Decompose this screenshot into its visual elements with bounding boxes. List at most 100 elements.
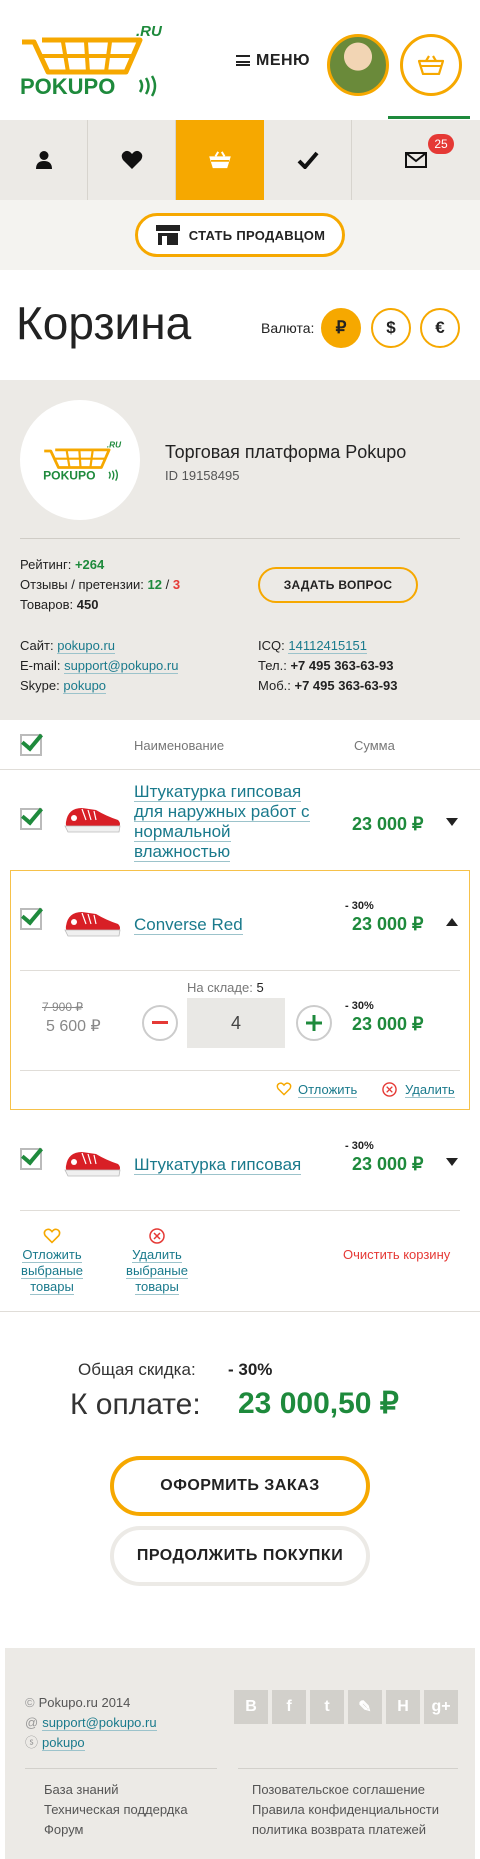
increase-quantity-button[interactable] — [296, 1005, 332, 1041]
item-sum: 23 000 ₽ — [352, 1014, 424, 1034]
item-checkbox[interactable] — [20, 908, 42, 930]
menu-button[interactable]: МЕНЮ — [236, 52, 310, 70]
become-seller-button[interactable]: СТАТЬ ПРОДАВЦОМ — [135, 213, 345, 257]
at-icon: @ — [25, 1715, 39, 1730]
account-tabs: 25 — [0, 120, 480, 200]
messages-badge: 25 — [428, 134, 454, 154]
header-cart-button[interactable] — [400, 34, 462, 96]
postpone-item-link[interactable]: Отложить — [276, 1082, 358, 1098]
footer-email-link[interactable]: support@pokupo.ru — [42, 1715, 157, 1731]
item-name-link[interactable]: Штукатурка гипсовая для наружных работ с… — [134, 782, 314, 862]
divider — [20, 1070, 460, 1071]
shop-name: Торговая платформа Pokupo — [165, 442, 407, 462]
close-circle-icon — [149, 1228, 165, 1244]
item-price: 23 000 ₽ — [352, 814, 424, 834]
hamburger-icon — [236, 55, 250, 66]
header: POKUPO .RU МЕНЮ — [0, 0, 480, 120]
footer-skype-link[interactable]: pokupo — [42, 1735, 85, 1751]
minus-icon — [152, 1021, 168, 1024]
email-link[interactable]: support@pokupo.ru — [64, 658, 179, 674]
brand-text: POKUPO — [20, 74, 115, 99]
shop-id: ID 19158495 — [165, 468, 240, 483]
shop-contacts-right: ICQ: 14112415151 Тел.: +7 495 363-63-93 … — [258, 638, 398, 693]
page-title: Корзина — [16, 297, 192, 349]
column-name: Наименование — [134, 738, 225, 753]
postpone-selected-button[interactable]: Отложить выбраные товары — [20, 1228, 84, 1295]
facebook-icon[interactable]: f — [272, 1690, 306, 1724]
hh-icon[interactable]: Н — [386, 1690, 420, 1724]
footer-link[interactable]: Техническая поддердка — [44, 1800, 188, 1820]
pokupo-logo[interactable]: POKUPO .RU — [18, 22, 168, 102]
currency-rub[interactable]: ₽ — [321, 308, 361, 348]
tab-profile[interactable] — [0, 120, 88, 200]
shop-logo: POKUPO .RU — [20, 400, 140, 520]
currency-eur[interactable]: € — [420, 308, 460, 348]
envelope-icon — [405, 152, 427, 168]
delete-selected-button[interactable]: Удалить выбраные товары — [124, 1228, 190, 1295]
svg-text:.RU: .RU — [107, 441, 122, 450]
collapse-arrow-icon[interactable] — [446, 918, 458, 926]
footer-link[interactable]: Форум — [44, 1820, 188, 1840]
divider — [238, 1768, 458, 1769]
item-checkbox[interactable] — [20, 808, 42, 830]
delete-item-link[interactable]: Удалить — [382, 1082, 455, 1098]
item-name-link[interactable]: Converse Red — [134, 915, 243, 935]
new-price: 5 600 ₽ — [46, 1018, 101, 1035]
tab-messages[interactable]: 25 — [352, 120, 480, 200]
seller-bar: СТАТЬ ПРОДАВЦОМ — [0, 200, 480, 270]
item-checkbox[interactable] — [20, 1148, 42, 1170]
footer-link[interactable]: Позовательское соглашение — [252, 1780, 439, 1800]
total-discount-value: - 30% — [228, 1360, 273, 1379]
copyright-icon: © — [25, 1695, 35, 1710]
avatar[interactable] — [327, 34, 389, 96]
user-icon — [35, 151, 52, 169]
active-indicator — [388, 116, 470, 119]
basket-icon — [418, 55, 444, 75]
column-sum: Сумма — [354, 738, 395, 753]
vk-icon[interactable]: В — [234, 1690, 268, 1724]
ask-question-button[interactable]: ЗАДАТЬ ВОПРОС — [258, 567, 418, 603]
discount-badge: - 30% — [345, 1140, 374, 1152]
clear-cart-link[interactable]: Очистить корзину — [343, 1247, 450, 1262]
rating-value: +264 — [74, 557, 105, 572]
continue-shopping-button[interactable]: ПРОДОЛЖИТЬ ПОКУПКИ — [110, 1526, 370, 1586]
divider — [20, 970, 460, 971]
footer-link[interactable]: политика возврата платежей — [252, 1820, 439, 1840]
currency-label: Валюта: — [261, 320, 315, 336]
google-plus-icon[interactable]: g+ — [424, 1690, 458, 1724]
close-circle-icon — [382, 1082, 397, 1097]
discount-badge: - 30% — [345, 1000, 374, 1012]
decrease-quantity-button[interactable] — [142, 1005, 178, 1041]
tab-favorites[interactable] — [88, 120, 176, 200]
divider — [20, 1210, 460, 1211]
skype-link[interactable]: pokupo — [63, 678, 107, 694]
total-pay-value: 23 000,50 ₽ — [238, 1387, 399, 1420]
heart-icon — [121, 150, 142, 169]
shop-stats: Рейтинг: +264 Отзывы / претензии: 12 / 3… — [20, 557, 181, 612]
quantity-input[interactable]: 4 — [187, 998, 285, 1048]
total-pay-label: К оплате: — [70, 1388, 201, 1421]
item-price: 23 000 ₽ — [352, 1154, 424, 1174]
select-all-checkbox[interactable] — [20, 734, 42, 756]
svg-text:POKUPO: POKUPO — [43, 469, 95, 483]
currency-usd[interactable]: $ — [371, 308, 411, 348]
item-name-link[interactable]: Штукатурка гипсовая — [134, 1155, 302, 1175]
footer-link[interactable]: База знаний — [44, 1780, 188, 1800]
livejournal-icon[interactable]: ✎ — [348, 1690, 382, 1724]
expand-arrow-icon[interactable] — [446, 1158, 458, 1166]
footer-link[interactable]: Правила конфиденциальности — [252, 1800, 439, 1820]
tab-orders[interactable] — [264, 120, 352, 200]
product-image — [64, 1151, 121, 1177]
expand-arrow-icon[interactable] — [446, 818, 458, 826]
checkout-button[interactable]: ОФОРМИТЬ ЗАКАЗ — [110, 1456, 370, 1516]
tab-cart[interactable] — [176, 120, 264, 200]
icq-link[interactable]: 14112415151 — [288, 638, 367, 654]
divider — [20, 538, 460, 539]
site-link[interactable]: pokupo.ru — [57, 638, 116, 654]
discount-badge: - 30% — [345, 900, 374, 912]
footer: © Pokupo.ru 2014 @ support@pokupo.ru ⓢ poku… — [5, 1648, 475, 1859]
basket-icon — [209, 151, 231, 169]
twitter-icon[interactable]: t — [310, 1690, 344, 1724]
shop-contacts-left: Сайт: pokupo.ru E-mail: support@pokupo.r… — [20, 638, 179, 694]
product-image — [64, 911, 121, 937]
